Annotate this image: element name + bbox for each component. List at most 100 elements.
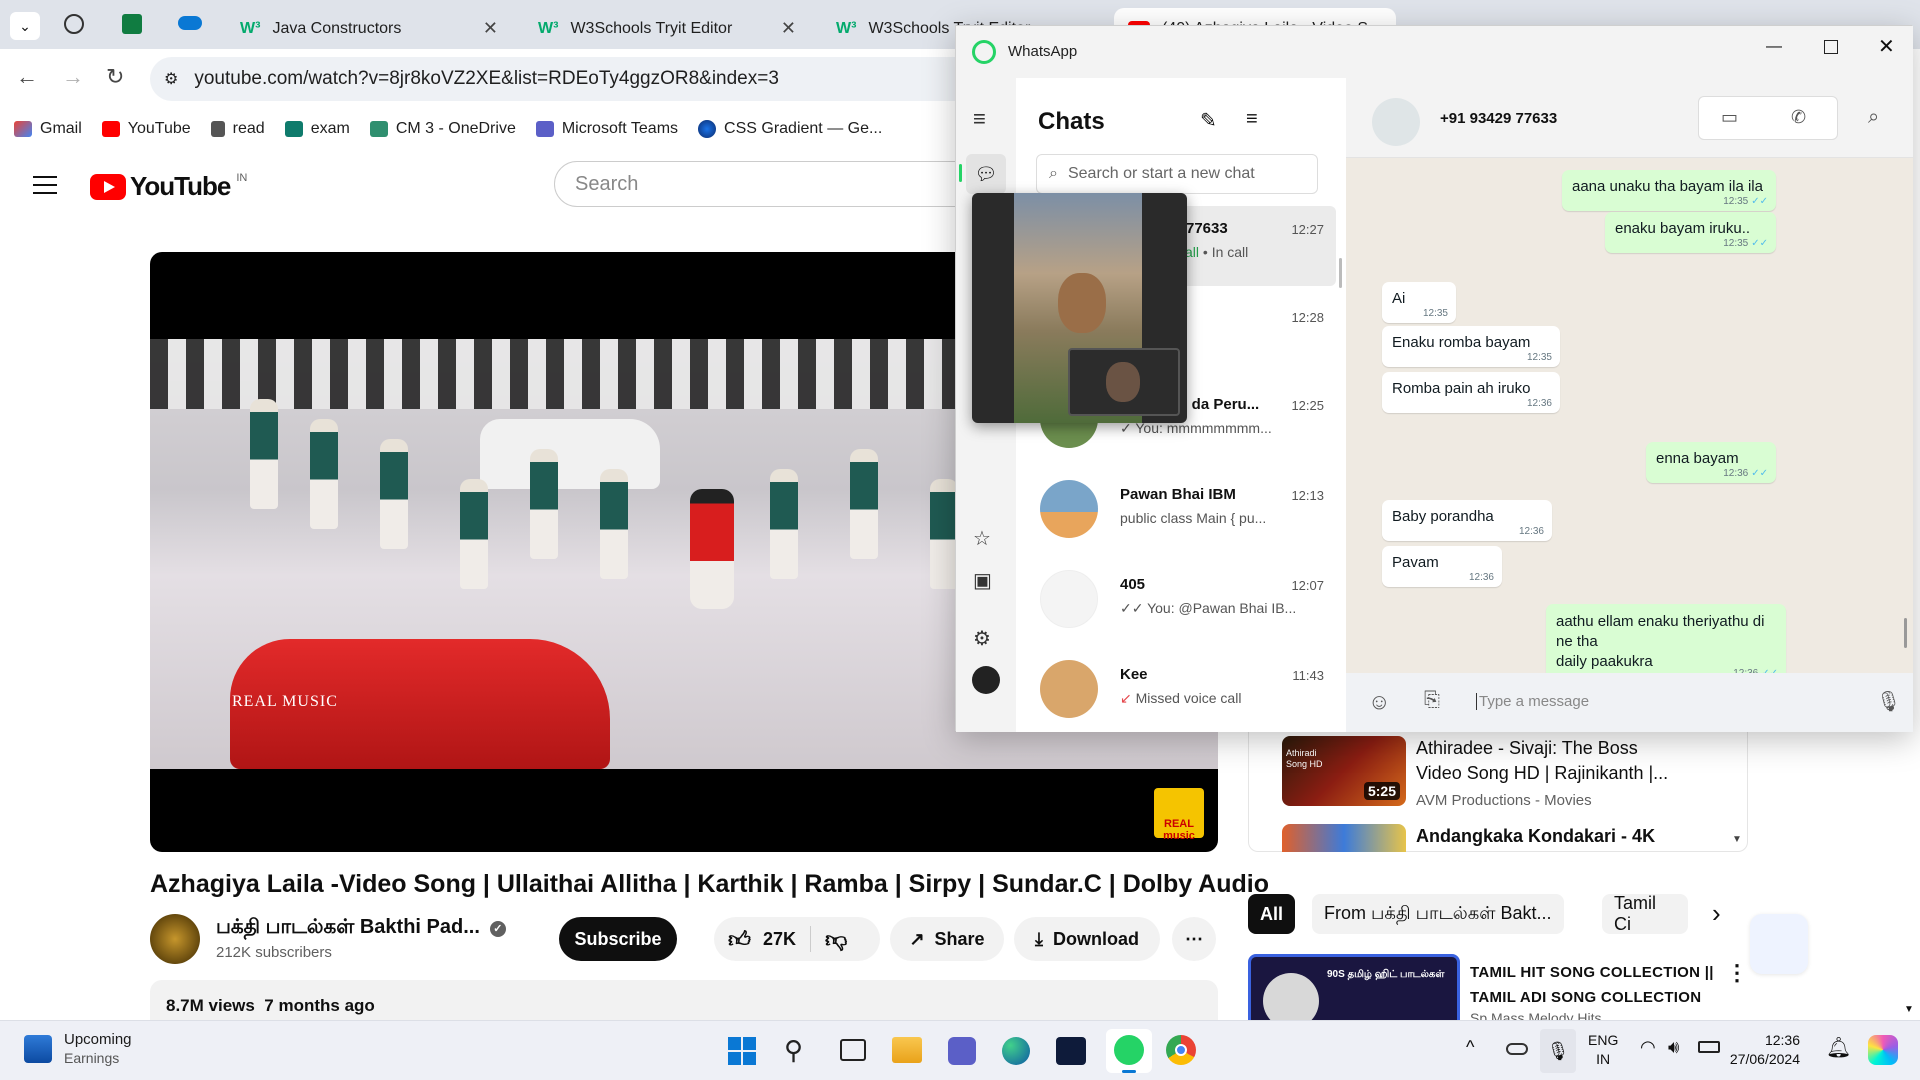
bookmark-css-gradient[interactable]: CSS Gradient — Ge... (698, 120, 882, 138)
message-outgoing[interactable]: aana unaku tha bayam ila ila 12:35 ✓✓ (1562, 170, 1776, 211)
message-scrollbar[interactable] (1904, 618, 1907, 648)
chip-from-channel[interactable]: From பக்தி பாடல்கள் Bakt... (1312, 894, 1564, 934)
chatgpt-pinned-tab[interactable] (64, 14, 84, 34)
message-incoming[interactable]: Romba pain ah iruko 12:36 (1382, 372, 1560, 413)
chat-item[interactable]: 405 ✓✓ You: @Pawan Bhai IB... 12:07 (1036, 562, 1336, 642)
starred-icon[interactable]: ☆ (973, 526, 991, 551)
attach-icon[interactable]: ⎘ (1424, 689, 1440, 712)
minimize-icon[interactable]: — (1766, 38, 1782, 56)
contact-name[interactable]: +91 93429 77633 (1440, 110, 1557, 127)
tab-w3schools-tryit-1[interactable]: W³ W3Schools Tryit Editor ✕ (524, 8, 806, 49)
archive-icon[interactable]: ▣ (973, 568, 992, 593)
thumbs-up-icon[interactable]: 👍︎ (728, 926, 751, 953)
forward-icon[interactable]: → (62, 64, 84, 90)
clock[interactable]: 12:36 27/06/2024 (1730, 1031, 1800, 1069)
playlist-more-icon[interactable]: ⋮ (1726, 960, 1748, 986)
video-call-pip[interactable] (972, 193, 1187, 423)
bookmark-exam[interactable]: exam (284, 120, 350, 138)
menu-icon[interactable]: ≡ (973, 106, 986, 132)
bookmark-onedrive[interactable]: CM 3 - OneDrive (369, 120, 516, 138)
maximize-icon[interactable] (1824, 40, 1838, 54)
voice-call-icon[interactable]: ✆ (1791, 107, 1806, 128)
download-button[interactable]: ⤓ Download (1014, 917, 1160, 961)
volume-icon[interactable]: 🔊︎ (1668, 1037, 1679, 1058)
new-chat-icon[interactable]: ✎ (1200, 108, 1217, 133)
close-icon[interactable]: ✕ (483, 18, 498, 39)
close-window-icon[interactable]: ✕ (1878, 34, 1895, 59)
battery-icon[interactable] (1698, 1041, 1720, 1053)
emoji-icon[interactable]: ☺ (1368, 689, 1390, 715)
site-info-icon[interactable]: ⚙ (164, 69, 178, 89)
close-icon[interactable]: ✕ (781, 18, 796, 39)
message-outgoing[interactable]: enaku bayam iruku.. 12:35 ✓✓ (1605, 212, 1776, 253)
rec-video-athiradee[interactable]: Athiradi Song HD 5:25 Athiradee - Sivaji… (1282, 736, 1752, 816)
channel-name[interactable]: பக்தி பாடல்கள் Bakthi Pad... ✓ (216, 916, 506, 941)
chat-list-scrollbar[interactable] (1339, 258, 1342, 288)
excel-pinned-tab[interactable] (122, 14, 142, 34)
weather-widget[interactable]: Upcoming Earnings (24, 1031, 132, 1066)
search-icon[interactable]: ⚲ (784, 1035, 803, 1066)
tab-search-button[interactable]: ⌄ (10, 12, 40, 40)
message-input[interactable]: Type a message (1476, 693, 1589, 710)
back-icon[interactable]: ← (16, 64, 38, 90)
youtube-logo[interactable]: YouTube IN (90, 171, 247, 202)
reload-icon[interactable]: ↻ (106, 64, 124, 90)
chip-all[interactable]: All (1248, 894, 1296, 934)
chip-tamil-cinema[interactable]: Tamil Ci (1602, 894, 1688, 934)
message-outgoing[interactable]: enna bayam 12:36 ✓✓ (1646, 442, 1776, 483)
chat-item[interactable]: Kee ↙ Missed voice call 11:43 (1036, 652, 1336, 732)
contact-avatar[interactable] (1372, 98, 1420, 146)
chats-nav-icon[interactable]: 💬︎ (966, 154, 1006, 194)
chat-item[interactable]: Pawan Bhai IBM public class Main { pu...… (1036, 472, 1336, 552)
youtube-search-input[interactable]: Search (554, 161, 974, 207)
chat-search-input[interactable]: ⌕ Search or start a new chat (1036, 154, 1318, 194)
edge-icon[interactable] (1002, 1037, 1030, 1065)
panel-scroll-down-icon[interactable]: ▼ (1732, 834, 1742, 845)
bookmark-youtube[interactable]: YouTube (101, 120, 191, 138)
wifi-icon[interactable]: ◠ (1640, 1037, 1656, 1058)
disney-plus-icon[interactable] (1056, 1037, 1086, 1065)
tray-overflow-icon[interactable]: ^ (1466, 1037, 1474, 1058)
hamburger-menu-icon[interactable] (33, 176, 57, 194)
chrome-icon[interactable] (1166, 1035, 1196, 1065)
tab-java-constructors[interactable]: W³ Java Constructors ✕ (226, 8, 508, 49)
chips-next-icon[interactable]: › (1712, 898, 1721, 929)
bookmark-read[interactable]: read (210, 120, 265, 138)
view-count: 8.7M views (166, 996, 255, 1015)
microphone-icon[interactable]: 🎙︎ (1876, 689, 1901, 714)
settings-gear-icon[interactable]: ⚙ (973, 626, 991, 651)
message-incoming[interactable]: Baby porandha 12:36 (1382, 500, 1552, 541)
more-actions-button[interactable]: ⋯ (1172, 917, 1216, 961)
windows-start-icon[interactable] (728, 1037, 756, 1065)
page-scrollbar-down-icon[interactable]: ▼ (1904, 1004, 1914, 1015)
teams-icon[interactable] (948, 1037, 976, 1065)
share-button[interactable]: ↗ Share (890, 917, 1004, 961)
onedrive-pinned-tab[interactable] (178, 16, 202, 30)
like-count[interactable]: 27K (763, 929, 796, 950)
channel-avatar[interactable] (150, 914, 200, 964)
task-view-icon[interactable] (840, 1039, 866, 1061)
onedrive-tray-icon[interactable] (1506, 1043, 1528, 1055)
filter-icon[interactable]: ≡ (1246, 108, 1258, 131)
whatsapp-taskbar-icon[interactable] (1106, 1029, 1152, 1073)
mic-muted-icon[interactable]: 🎙︎ (1540, 1029, 1576, 1073)
subscribe-button[interactable]: Subscribe (559, 917, 677, 961)
notification-bell-icon[interactable]: 🔔︎ (1826, 1035, 1851, 1060)
language-indicator[interactable]: ENG IN (1588, 1031, 1618, 1069)
search-icon[interactable]: ⌕ (1868, 106, 1879, 129)
white-car (480, 419, 660, 489)
copilot-icon[interactable] (1868, 1035, 1898, 1065)
message-incoming[interactable]: Ai 12:35 (1382, 282, 1456, 323)
playlist-item[interactable]: 90S தமிழ் ஹிட் பாடல்கள் TAMIL HIT SONG C… (1248, 954, 1768, 1020)
bookmark-gmail[interactable]: Gmail (14, 120, 82, 138)
bookmark-teams[interactable]: Microsoft Teams (535, 120, 678, 138)
thumbs-down-icon[interactable]: 👎︎ (825, 926, 847, 953)
description-box[interactable]: 8.7M views 7 months ago (150, 980, 1218, 1020)
message-time: 12:35 (1723, 238, 1749, 249)
profile-avatar[interactable] (972, 666, 1000, 694)
message-incoming[interactable]: Enaku romba bayam 12:35 (1382, 326, 1560, 367)
video-call-icon[interactable]: ▭ (1721, 107, 1738, 128)
file-explorer-icon[interactable] (892, 1037, 922, 1063)
message-incoming[interactable]: Pavam 12:36 (1382, 546, 1502, 587)
rec-video-andangkaka[interactable]: Andangkaka Kondakari - 4K (1282, 824, 1752, 852)
